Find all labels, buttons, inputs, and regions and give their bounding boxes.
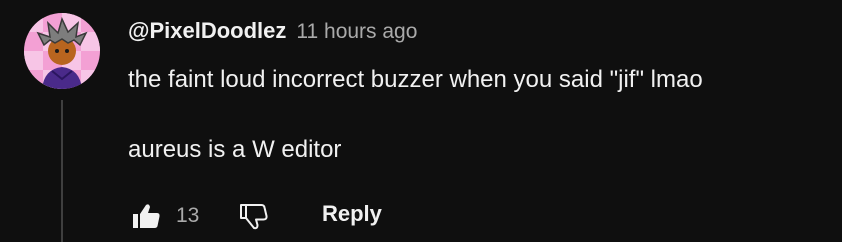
author-name[interactable]: @PixelDoodlez — [128, 18, 286, 44]
comment-header: @PixelDoodlez 11 hours ago — [128, 18, 417, 44]
avatar-image — [24, 13, 100, 89]
like-button[interactable] — [128, 198, 164, 234]
comment-timestamp[interactable]: 11 hours ago — [296, 20, 417, 44]
like-count: 13 — [176, 204, 200, 227]
reply-button[interactable]: Reply — [322, 201, 382, 227]
comment-text-line: the faint loud incorrect buzzer when you… — [128, 66, 703, 93]
comment-text-line — [128, 97, 818, 132]
avatar[interactable] — [24, 13, 100, 89]
comment-actions: 13 Reply — [128, 196, 428, 236]
comment-text-line: aureus is a W editor — [128, 136, 342, 163]
thumbs-up-icon — [133, 204, 160, 228]
comment-text: the faint loud incorrect buzzer when you… — [128, 62, 818, 167]
dislike-button[interactable] — [236, 198, 272, 234]
thread-line — [61, 100, 63, 242]
thumbs-down-icon — [240, 204, 268, 230]
comment-thread: @PixelDoodlez 11 hours ago the faint lou… — [0, 0, 842, 242]
